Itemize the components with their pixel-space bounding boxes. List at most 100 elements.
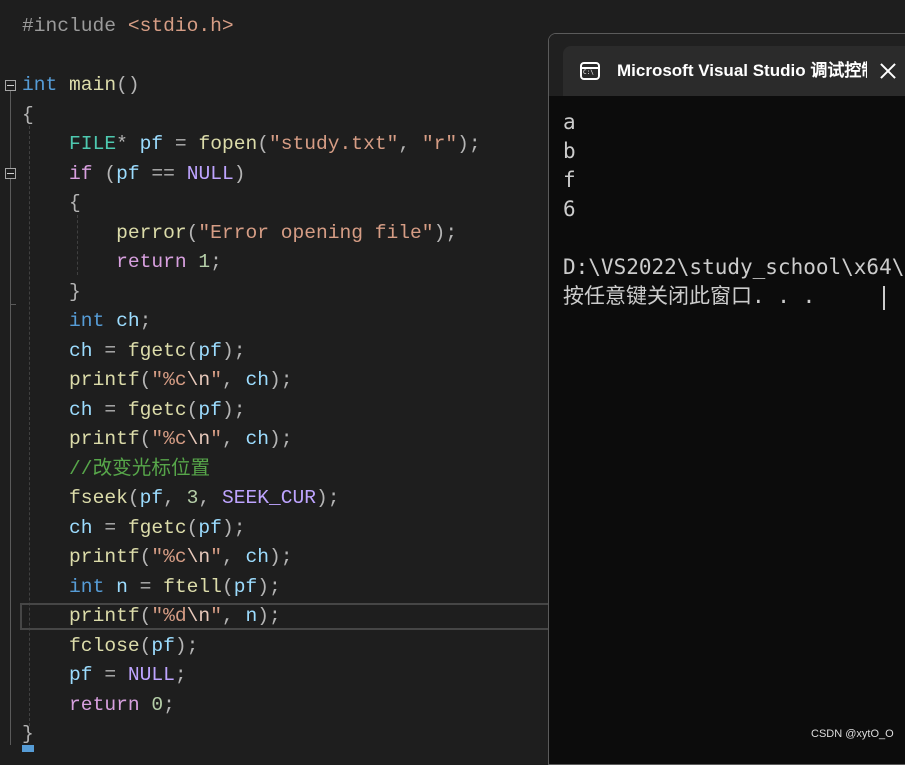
code-token: ; xyxy=(163,693,175,716)
console-tab[interactable]: Microsoft Visual Studio 调试控制台 xyxy=(563,46,905,96)
code-token: ( xyxy=(186,398,199,421)
code-token: SEEK_CUR xyxy=(221,487,317,509)
code-line[interactable]: ch = fgetc(pf); xyxy=(22,514,245,543)
code-line[interactable]: printf("%c\n", ch); xyxy=(22,366,293,395)
console-output-line: 按任意键关闭此窗口. . . xyxy=(563,284,816,308)
text-caret xyxy=(22,745,34,752)
code-token: pf xyxy=(198,339,222,362)
code-line[interactable]: fseek(pf, 3, SEEK_CUR); xyxy=(22,484,340,513)
code-token: ch xyxy=(69,398,93,421)
code-token: "Error opening file" xyxy=(198,221,434,244)
code-line[interactable]: int ch; xyxy=(22,307,151,336)
code-line[interactable]: #include <stdio.h> xyxy=(22,12,234,41)
code-token: 3 xyxy=(186,487,199,509)
code-token: return xyxy=(116,251,187,273)
code-token: ch xyxy=(69,516,93,539)
code-token: printf xyxy=(69,428,140,450)
code-token: "study.txt" xyxy=(269,133,399,155)
code-line[interactable]: return 1; xyxy=(22,248,222,277)
code-token: = xyxy=(92,339,128,362)
code-token: "%c xyxy=(151,369,187,391)
code-token: 0 xyxy=(151,693,164,716)
code-token: pf xyxy=(139,487,164,509)
code-token: * xyxy=(116,133,140,155)
code-token: int xyxy=(69,310,105,332)
code-line[interactable]: int main() xyxy=(22,71,140,100)
code-token: fseek xyxy=(69,487,128,509)
code-token: pf xyxy=(139,133,164,155)
code-token: ); xyxy=(221,516,246,539)
code-token: ( xyxy=(92,162,117,185)
code-token: , xyxy=(163,487,187,509)
code-line[interactable]: ch = fgetc(pf); xyxy=(22,396,245,425)
fold-region-if xyxy=(10,179,11,304)
code-line[interactable]: ch = fgetc(pf); xyxy=(22,337,245,366)
code-line[interactable]: FILE* pf = fopen("study.txt", "r"); xyxy=(22,130,481,159)
code-line[interactable]: { xyxy=(22,189,81,218)
code-token: ( xyxy=(139,634,152,657)
code-line[interactable]: printf("%c\n", ch); xyxy=(22,543,293,572)
code-token: \n xyxy=(186,605,211,627)
code-token: pf xyxy=(233,575,258,598)
code-line[interactable]: pf = NULL; xyxy=(22,661,187,690)
code-token: ch xyxy=(245,369,270,391)
code-token: perror xyxy=(116,221,187,244)
terminal-icon xyxy=(580,62,600,80)
code-line[interactable]: fclose(pf); xyxy=(22,632,198,661)
watermark: CSDN @xytO_O xyxy=(811,728,894,740)
code-token: <stdio.h> xyxy=(127,15,234,37)
console-tab-title: Microsoft Visual Studio 调试控制台 xyxy=(617,61,867,80)
code-token: printf xyxy=(69,546,140,568)
code-token: ( xyxy=(139,428,152,450)
code-token: //改变光标位置 xyxy=(69,457,211,480)
close-icon[interactable] xyxy=(877,60,899,82)
code-token: ); xyxy=(269,369,293,391)
collapse-if-icon[interactable] xyxy=(5,168,16,179)
code-line[interactable]: int n = ftell(pf); xyxy=(22,573,281,602)
code-line[interactable]: { xyxy=(22,101,34,130)
code-token: " xyxy=(210,428,222,450)
code-line[interactable]: return 0; xyxy=(22,691,175,720)
code-token: return xyxy=(69,693,140,716)
code-token: ); xyxy=(221,339,246,362)
code-token: pf xyxy=(198,398,222,421)
console-output-line: 6 xyxy=(563,197,576,221)
code-line[interactable]: if (pf == NULL) xyxy=(22,160,245,189)
code-line[interactable]: //改变光标位置 xyxy=(22,455,210,484)
code-token: ); xyxy=(316,487,340,509)
code-token: } xyxy=(69,280,81,303)
code-line[interactable]: printf("%c\n", ch); xyxy=(22,425,293,454)
code-line[interactable]: perror("Error opening file"); xyxy=(22,219,457,248)
code-token: , xyxy=(221,605,246,627)
code-token: , xyxy=(221,546,246,568)
code-token: main xyxy=(69,74,117,96)
code-token: ( xyxy=(139,369,152,391)
code-token: ); xyxy=(257,575,281,598)
code-token: ch xyxy=(116,310,140,332)
code-token: ch xyxy=(245,428,270,450)
code-line[interactable]: printf("%d\n", n); xyxy=(22,602,281,631)
collapse-main-icon[interactable] xyxy=(5,80,16,91)
code-token: printf xyxy=(69,605,140,627)
code-token: = xyxy=(92,516,128,539)
debug-console-window[interactable]: Microsoft Visual Studio 调试控制台 abf 6 D:\VS2… xyxy=(548,33,905,765)
code-token: " xyxy=(210,546,222,568)
code-token: pf xyxy=(151,634,175,657)
code-token: "%c xyxy=(151,546,187,568)
code-line[interactable]: } xyxy=(22,278,81,307)
code-token: "%d xyxy=(151,605,187,627)
console-cursor xyxy=(883,286,885,310)
